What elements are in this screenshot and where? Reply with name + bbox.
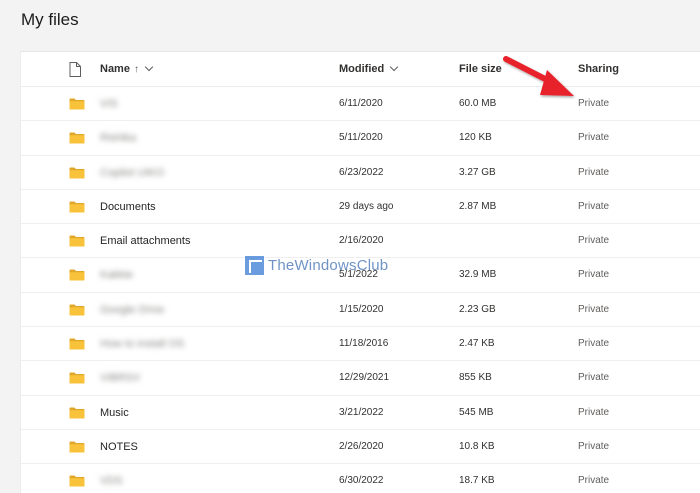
sharing-status[interactable]: Private [578, 224, 609, 258]
folder-icon [69, 98, 85, 110]
table-row[interactable]: How to install OS 11/18/2016 2.47 KB Privat… [21, 327, 700, 362]
table-row[interactable]: VIS 6/11/2020 60.0 MB Private [21, 87, 700, 122]
sort-ascending-icon: ↑ [133, 64, 139, 75]
sharing-status[interactable]: Private [578, 327, 609, 361]
watermark: TheWindowsClub [245, 254, 388, 276]
modified-date: 6/11/2020 [339, 98, 383, 109]
folder-icon [69, 201, 85, 213]
file-name-link[interactable]: VIBRSV [100, 361, 140, 395]
file-name-link[interactable]: VDS [100, 464, 123, 493]
column-header-name[interactable]: Name ↑ [100, 52, 154, 87]
file-size: 2.23 GB [459, 303, 496, 315]
file-name-link[interactable]: Kakkie [100, 258, 133, 292]
sharing-status[interactable]: Private [578, 361, 609, 395]
table-row[interactable]: VDS 6/30/2022 18.7 KB Private [21, 464, 700, 493]
table-row[interactable]: Rishika 5/11/2020 120 KB Private [21, 121, 700, 156]
folder-icon [69, 132, 85, 144]
windows-club-logo-icon [245, 255, 264, 275]
modified-date: 6/30/2022 [339, 475, 384, 487]
column-header-name-label: Name [100, 63, 130, 75]
column-header-modified[interactable]: Modified [339, 52, 399, 87]
file-size: 855 KB [459, 372, 492, 384]
modified-date: 12/29/2021 [339, 372, 390, 384]
chevron-down-icon [144, 62, 154, 72]
modified-date: 2/26/2020 [339, 440, 384, 452]
modified-date: 6/23/2022 [339, 166, 384, 178]
folder-icon [69, 269, 85, 281]
annotation-arrow-icon [503, 56, 574, 96]
file-name-link[interactable]: VIS [100, 87, 118, 121]
modified-date: 5/11/2020 [339, 132, 383, 144]
file-size: 120 KB [459, 132, 492, 144]
file-size: 2.47 KB [459, 338, 495, 350]
table-row[interactable]: Documents 29 days ago 2.87 MB Private [21, 190, 700, 225]
chevron-down-icon [389, 62, 399, 72]
file-name-link[interactable]: Copilot UIKO [100, 156, 164, 190]
table-row[interactable]: VIBRSV 12/29/2021 855 KB Private [21, 361, 700, 396]
file-name-link[interactable]: Rishika [100, 121, 136, 155]
table-row[interactable]: Copilot UIKO 6/23/2022 3.27 GB Private [21, 156, 700, 190]
file-rows: VIS 6/11/2020 60.0 MB Private Rishika 5/11/20… [21, 87, 700, 493]
modified-date: 11/18/2016 [339, 338, 389, 350]
file-name-link[interactable]: Music [100, 396, 129, 430]
file-list-header: Name ↑ Modified File size Sharing [21, 52, 700, 87]
file-size: 60.0 MB [459, 98, 497, 109]
folder-icon [69, 475, 85, 487]
table-row[interactable]: Music 3/21/2022 545 MB Private [21, 396, 700, 430]
sharing-status[interactable]: Private [578, 121, 609, 155]
sharing-status[interactable]: Private [578, 396, 609, 430]
sharing-status[interactable]: Private [578, 430, 609, 464]
modified-date: 29 days ago [339, 200, 394, 212]
page-title: My files [21, 10, 79, 29]
modified-date: 3/21/2022 [339, 406, 384, 418]
sharing-status[interactable]: Private [578, 258, 609, 292]
file-name-link[interactable]: NOTES [100, 430, 138, 464]
file-name-link[interactable]: How to install OS [100, 327, 184, 361]
modified-date: 1/15/2020 [339, 303, 384, 315]
file-name-link[interactable]: Documents [100, 190, 156, 224]
file-name-link[interactable]: Google Drive [100, 293, 164, 327]
file-size: 545 MB [459, 406, 494, 418]
sharing-status[interactable]: Private [578, 190, 609, 224]
folder-icon [69, 372, 85, 384]
folder-icon [69, 304, 85, 316]
sharing-status[interactable]: Private [578, 156, 609, 190]
file-name-link[interactable]: Email attachments [100, 224, 190, 258]
file-size: 18.7 KB [459, 475, 495, 487]
sharing-status[interactable]: Private [578, 464, 609, 493]
sharing-status[interactable]: Private [578, 293, 609, 327]
column-header-modified-label: Modified [339, 63, 385, 75]
folder-icon [69, 338, 85, 350]
watermark-text: TheWindowsClub [268, 256, 389, 274]
folder-icon [69, 407, 85, 419]
folder-icon [69, 167, 85, 179]
file-size: 10.8 KB [459, 440, 495, 452]
file-size: 32.9 MB [459, 269, 497, 281]
table-row[interactable]: Google Drive 1/15/2020 2.23 GB Private [21, 293, 700, 328]
file-type-icon[interactable] [69, 62, 81, 77]
file-size: 3.27 GB [459, 166, 496, 178]
folder-icon [69, 235, 85, 247]
table-row[interactable]: NOTES 2/26/2020 10.8 KB Private [21, 430, 700, 465]
file-size: 2.87 MB [459, 200, 497, 212]
folder-icon [69, 441, 85, 453]
